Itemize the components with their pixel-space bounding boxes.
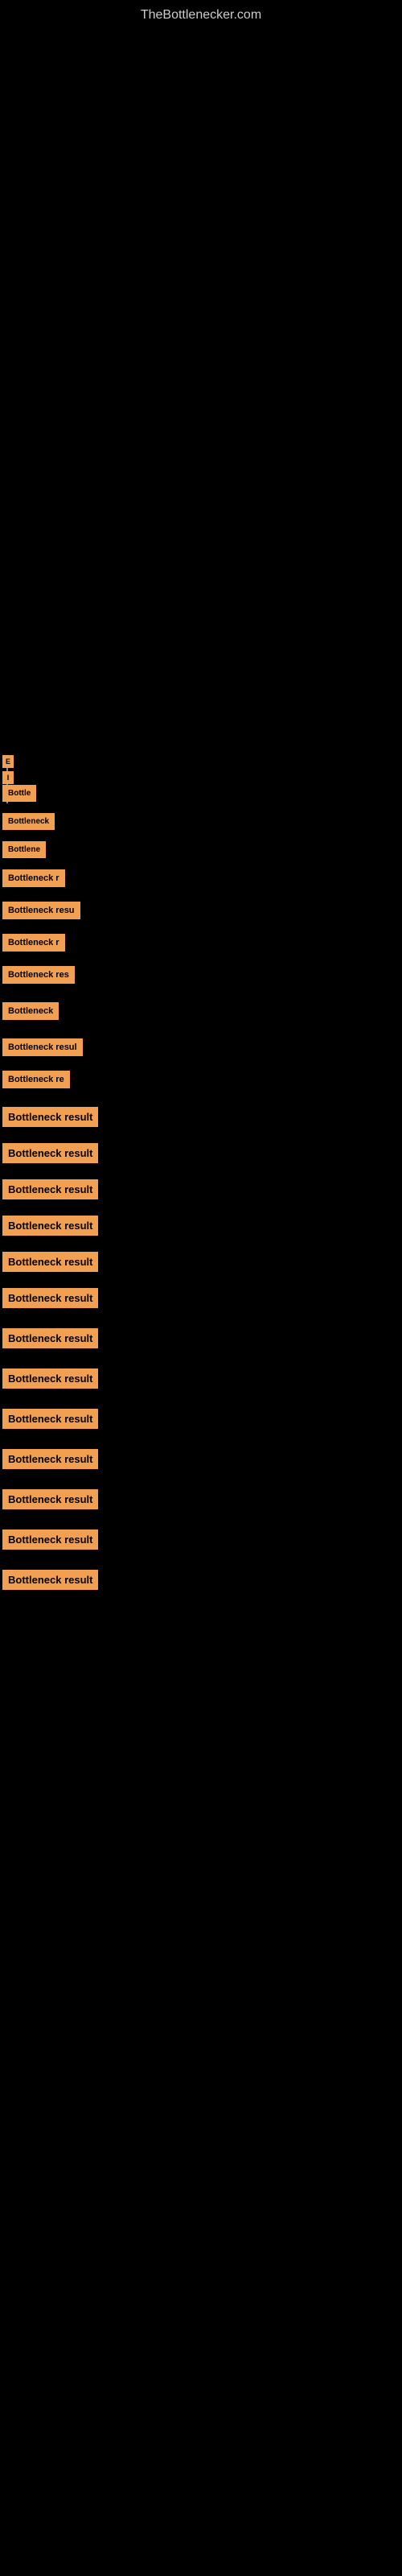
result-label-19: Bottleneck result bbox=[2, 1409, 98, 1429]
result-label-13: Bottleneck result bbox=[2, 1179, 98, 1199]
result-item-23: Bottleneck result bbox=[2, 1570, 98, 1590]
result-label-10: Bottleneck re bbox=[2, 1071, 70, 1088]
result-item-16: Bottleneck result bbox=[2, 1288, 98, 1308]
result-label-12: Bottleneck result bbox=[2, 1143, 98, 1163]
result-item-14: Bottleneck result bbox=[2, 1216, 98, 1236]
result-item-18: Bottleneck result bbox=[2, 1368, 98, 1389]
result-item-3: Bottlene bbox=[2, 841, 46, 858]
result-label-21: Bottleneck result bbox=[2, 1489, 98, 1509]
result-label-16: Bottleneck result bbox=[2, 1288, 98, 1308]
result-label-9: Bottleneck resul bbox=[2, 1038, 83, 1056]
result-item-4: Bottleneck r bbox=[2, 869, 65, 887]
result-item-5: Bottleneck resu bbox=[2, 902, 80, 919]
result-item-11: Bottleneck result bbox=[2, 1107, 98, 1127]
result-label-7: Bottleneck res bbox=[2, 966, 75, 984]
result-label-17: Bottleneck result bbox=[2, 1328, 98, 1348]
chart-area bbox=[0, 31, 402, 755]
result-item-2: Bottleneck bbox=[2, 813, 55, 830]
result-label-2: Bottleneck bbox=[2, 813, 55, 830]
result-label-15: Bottleneck result bbox=[2, 1252, 98, 1272]
result-label-22: Bottleneck result bbox=[2, 1530, 98, 1550]
site-title: TheBottlenecker.com bbox=[0, 0, 402, 31]
result-label-6: Bottleneck r bbox=[2, 934, 65, 952]
result-item-12: Bottleneck result bbox=[2, 1143, 98, 1163]
result-item-1: Bottle bbox=[2, 785, 36, 802]
result-label-14: Bottleneck result bbox=[2, 1216, 98, 1236]
result-label-1: Bottle bbox=[2, 785, 36, 802]
result-item-17: Bottleneck result bbox=[2, 1328, 98, 1348]
result-item-13: Bottleneck result bbox=[2, 1179, 98, 1199]
result-label-11: Bottleneck result bbox=[2, 1107, 98, 1127]
result-label-5: Bottleneck resu bbox=[2, 902, 80, 919]
result-item-21: Bottleneck result bbox=[2, 1489, 98, 1509]
early-label-1: E bbox=[2, 755, 14, 768]
result-item-22: Bottleneck result bbox=[2, 1530, 98, 1550]
result-item-20: Bottleneck result bbox=[2, 1449, 98, 1469]
result-label-23: Bottleneck result bbox=[2, 1570, 98, 1590]
result-item-8: Bottleneck bbox=[2, 1002, 59, 1020]
result-item-15: Bottleneck result bbox=[2, 1252, 98, 1272]
result-label-20: Bottleneck result bbox=[2, 1449, 98, 1469]
result-item-9: Bottleneck resul bbox=[2, 1038, 83, 1056]
result-label-8: Bottleneck bbox=[2, 1002, 59, 1020]
early-label-2: I bbox=[2, 771, 14, 784]
result-item-6: Bottleneck r bbox=[2, 934, 65, 952]
result-item-7: Bottleneck res bbox=[2, 966, 75, 984]
result-label-4: Bottleneck r bbox=[2, 869, 65, 887]
result-item-10: Bottleneck re bbox=[2, 1071, 70, 1088]
result-label-3: Bottlene bbox=[2, 841, 46, 858]
result-label-18: Bottleneck result bbox=[2, 1368, 98, 1389]
result-item-19: Bottleneck result bbox=[2, 1409, 98, 1429]
